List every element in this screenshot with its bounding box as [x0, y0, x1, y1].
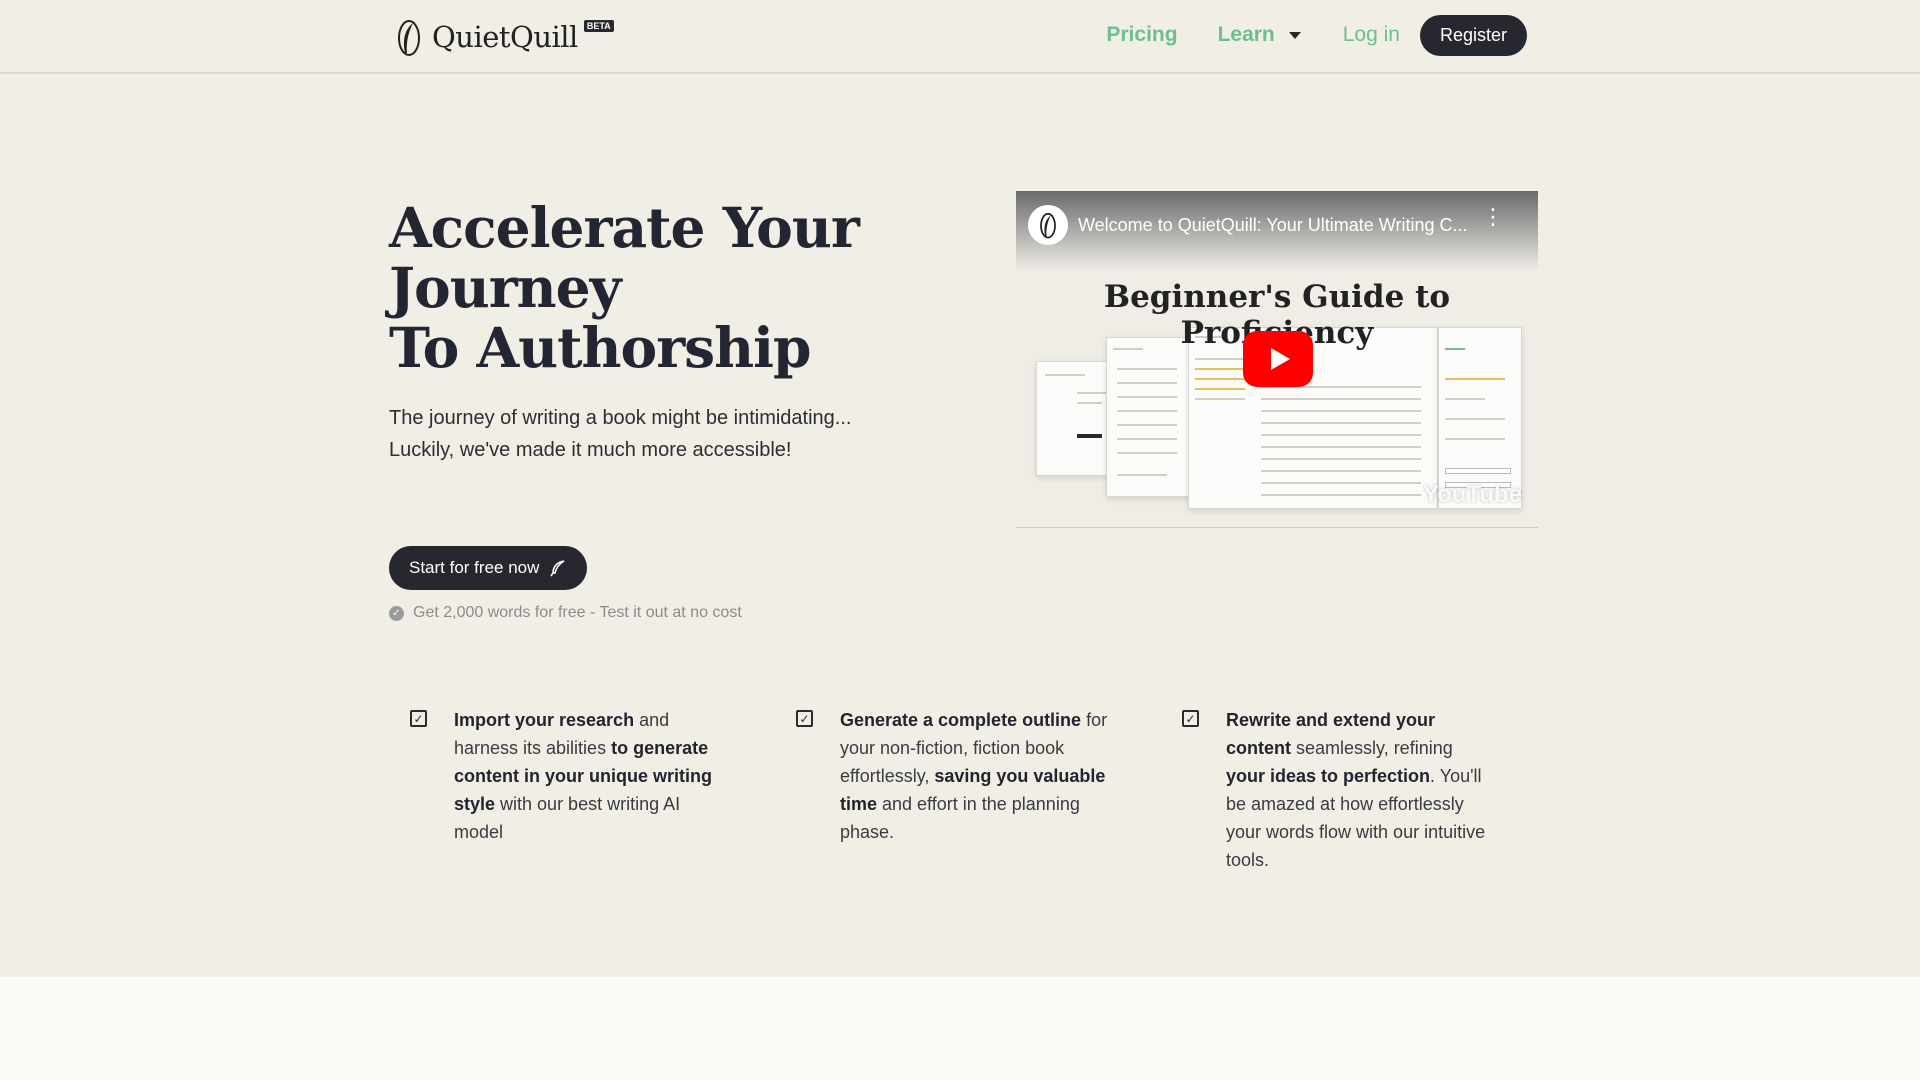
- checkbox-icon: ✓: [796, 710, 813, 727]
- logo[interactable]: QuietQuill BETA: [394, 12, 614, 62]
- start-free-button[interactable]: Start for free now: [389, 546, 587, 590]
- feature-text: Rewrite and extend your content seamless…: [1226, 706, 1496, 874]
- register-button[interactable]: Register: [1419, 14, 1527, 56]
- channel-avatar[interactable]: [1028, 205, 1068, 245]
- play-icon: [1270, 348, 1290, 370]
- more-options-icon[interactable]: ⋮: [1482, 206, 1504, 228]
- screenshot-thumb-3: [1188, 327, 1438, 509]
- youtube-watermark[interactable]: YouTube: [1423, 481, 1522, 509]
- feature-text: Import your research and harness its abi…: [454, 706, 724, 846]
- checkbox-icon: ✓: [1182, 710, 1199, 727]
- hero-subtitle: The journey of writing a book might be i…: [389, 402, 949, 466]
- free-words-note: ✓ Get 2,000 words for free - Test it out…: [389, 604, 742, 622]
- site-header: QuietQuill BETA Pricing Learn Log in Reg…: [0, 0, 1920, 74]
- video-title[interactable]: Welcome to QuietQuill: Your Ultimate Wri…: [1078, 215, 1467, 236]
- main-nav: Pricing Learn Log in Register: [1106, 14, 1527, 56]
- chevron-down-icon: [1288, 31, 1301, 39]
- beta-badge: BETA: [583, 20, 614, 32]
- play-button[interactable]: [1243, 331, 1313, 387]
- screenshot-thumb-1: [1036, 361, 1116, 476]
- start-free-label: Start for free now: [409, 558, 540, 577]
- check-circle-icon: ✓: [389, 605, 404, 621]
- nav-learn-dropdown[interactable]: Learn: [1218, 23, 1301, 47]
- feature-text-bold: Import your research: [454, 710, 635, 730]
- login-link[interactable]: Log in: [1343, 23, 1400, 47]
- hero-title-line1: Accelerate Your Journey: [389, 195, 860, 320]
- hero-subtitle-line1: The journey of writing a book might be i…: [389, 407, 852, 429]
- hero-title: Accelerate Your Journey To Authorship: [389, 198, 1009, 378]
- feature-text-bold: Generate a complete outline: [840, 710, 1082, 730]
- hero-subtitle-line2: Luckily, we've made it much more accessi…: [389, 439, 792, 461]
- hero-title-line2: To Authorship: [389, 315, 811, 380]
- checkbox-icon: ✓: [410, 710, 427, 727]
- free-note-text: Get 2,000 words for free - Test it out a…: [413, 604, 742, 621]
- feature-text: Generate a complete outline for your non…: [840, 706, 1110, 846]
- feature-text-normal: seamlessly, refining: [1291, 738, 1453, 758]
- nav-pricing-link[interactable]: Pricing: [1106, 23, 1177, 47]
- logo-text: QuietQuill: [432, 20, 578, 54]
- feature-text-bold: your ideas to perfection: [1226, 766, 1431, 786]
- nav-learn-label: Learn: [1217, 23, 1275, 46]
- feather-icon: [550, 560, 565, 577]
- screenshot-thumb-2: [1106, 337, 1194, 497]
- video-embed[interactable]: Welcome to QuietQuill: Your Ultimate Wri…: [1016, 191, 1538, 528]
- quill-logo-icon: [398, 20, 420, 56]
- lower-section: [0, 977, 1920, 1080]
- quill-avatar-icon: [1040, 212, 1056, 239]
